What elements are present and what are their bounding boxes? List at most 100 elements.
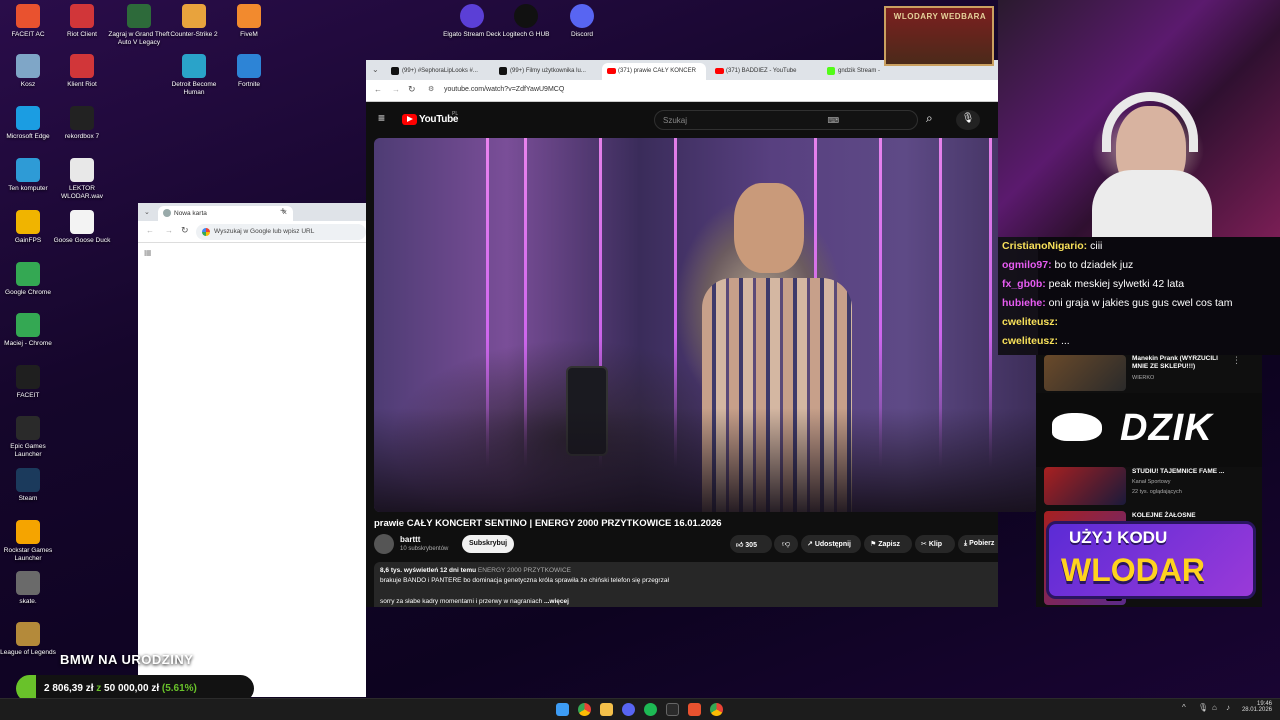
desktop-icon[interactable]: League of Legends xyxy=(0,622,60,657)
desktop-icon[interactable]: skate. xyxy=(0,571,60,606)
desktop-icon[interactable]: Riot Client xyxy=(50,4,114,39)
faceit-icon[interactable] xyxy=(688,703,701,716)
region-label: PL xyxy=(452,111,459,117)
channel-avatar[interactable] xyxy=(374,534,394,554)
desktop-icon[interactable]: rekordbox 7 xyxy=(50,106,114,141)
omnibox[interactable]: Wyszukaj w Google lub wpisz URL xyxy=(196,224,366,240)
new-tab-window: ⌄ Nowa karta × + ← → ↻ Wyszukaj w Google… xyxy=(138,203,366,697)
like-button[interactable]: 👍︎ 305 xyxy=(730,535,772,553)
rec-1-title[interactable]: Manekin Prank (WYRZUCILI MNIE ZE SKLEPU!… xyxy=(1132,355,1228,371)
microphone-icon[interactable]: 🎙 xyxy=(956,110,980,130)
desktop-icon[interactable]: LEKTOR WLODAR.wav xyxy=(50,158,114,200)
save-button[interactable]: ⚑ Zapisz xyxy=(864,535,912,553)
keyboard-icon[interactable]: ⌨ xyxy=(827,116,839,125)
spotify-icon[interactable] xyxy=(644,703,657,716)
obs-icon[interactable] xyxy=(666,703,679,716)
dislike-button[interactable]: 👎︎ xyxy=(774,535,798,553)
tray-chevron-icon[interactable]: ^ xyxy=(1182,703,1186,712)
rec-3-title[interactable]: KOLEJNE ŻAŁOSNE xyxy=(1132,512,1232,519)
more-link[interactable]: ...więcej xyxy=(544,598,569,605)
faceit-ac-icon xyxy=(16,4,40,28)
desktop-icon[interactable]: Klient Riot xyxy=(50,54,114,89)
desktop-icon[interactable]: Steam xyxy=(0,468,60,503)
site-info-icon[interactable]: ⚙ xyxy=(428,85,434,93)
rec-2-title[interactable]: STUDIU! TAJEMNICE FAME ... xyxy=(1132,468,1232,475)
tab-search-icon[interactable]: ⌄ xyxy=(372,65,379,74)
new-tab-toolbar: ← → ↻ Wyszukaj w Google lub wpisz URL xyxy=(138,221,366,243)
like-count: 305 xyxy=(745,542,757,549)
desktop-icon[interactable]: Google Chrome xyxy=(0,262,60,297)
chrome-icon[interactable] xyxy=(578,703,591,716)
gainfps-icon xyxy=(16,210,40,234)
back-icon[interactable]: ← xyxy=(146,226,154,235)
video-tag[interactable]: ENERGY 2000 PRZYTKOWICE xyxy=(478,567,571,574)
trash-icon xyxy=(16,54,40,78)
tab-2[interactable]: (99+) Filmy użytkownika lu... xyxy=(494,63,598,80)
tab-4[interactable]: (371) BADDIEZ - YouTube xyxy=(710,63,818,80)
desktop-icon[interactable]: Epic Games Launcher xyxy=(0,416,60,458)
fivem-icon xyxy=(237,4,261,28)
thumbnail-2[interactable] xyxy=(1044,467,1126,505)
chat-text: ciii xyxy=(1087,240,1103,252)
tab-new[interactable]: Nowa karta × xyxy=(158,206,293,221)
volume-icon[interactable]: ♪ xyxy=(1226,703,1230,712)
desktop-icon[interactable]: Rockstar Games Launcher xyxy=(0,520,60,562)
download-button[interactable]: ⤓ Pobierz xyxy=(958,535,998,553)
search-input[interactable]: Szukaj ⌨ xyxy=(654,110,918,130)
desktop-icon[interactable]: Fortnite xyxy=(217,54,281,89)
clock[interactable]: 19:46 28.01.2026 xyxy=(1240,701,1272,713)
tab-search-icon[interactable]: ⌄ xyxy=(144,208,150,216)
apps-grid-icon[interactable]: ▦ xyxy=(144,248,152,257)
desktop-icon[interactable]: Discord xyxy=(550,4,614,39)
forward-icon[interactable]: → xyxy=(392,85,400,94)
browser-toolbar: ← → ↻ ⚙ youtube.com/watch?v=ZdfYawU9MCQ xyxy=(366,80,998,102)
file-explorer-icon[interactable] xyxy=(600,703,613,716)
chat-message: CristianoNigario: ciii xyxy=(998,237,1280,256)
start-icon[interactable] xyxy=(556,703,569,716)
thumbnail-1[interactable] xyxy=(1044,355,1126,391)
scissors-icon: ✂ xyxy=(921,541,927,548)
desktop-icon[interactable]: FiveM xyxy=(217,4,281,39)
menu-icon[interactable]: ≡ xyxy=(378,111,385,125)
desktop-icon-label: Epic Games Launcher xyxy=(10,443,46,458)
chrome-profile-icon[interactable] xyxy=(710,703,723,716)
epic-games-icon xyxy=(16,416,40,440)
microphone-tray-icon[interactable]: 🎙 xyxy=(1198,703,1208,712)
more-options-icon[interactable]: ⋮ xyxy=(1232,355,1241,366)
channel-name[interactable]: barttt xyxy=(400,535,420,544)
share-icon: ↗ xyxy=(807,541,813,548)
network-icon[interactable]: ⌂ xyxy=(1212,703,1217,712)
chat-username: hubiehe: xyxy=(1002,297,1046,309)
globe-icon xyxy=(163,209,171,217)
desktop-icon[interactable]: Goose Goose Duck xyxy=(50,210,114,245)
ad-brand-text: DZIK xyxy=(1120,407,1213,449)
desktop-icon-label: skate. xyxy=(19,598,37,605)
description-box[interactable]: 8,6 tys. wyświetleń 12 dni temu ENERGY 2… xyxy=(374,562,998,607)
video-player[interactable] xyxy=(374,138,1038,512)
dzik-ad-banner[interactable]: DZIK xyxy=(1036,393,1262,467)
channel-sign-logo: WLODARY WEDBARA xyxy=(884,6,994,66)
discord-icon[interactable] xyxy=(622,703,635,716)
chat-message: cweliteusz: ... xyxy=(998,332,1280,351)
back-icon[interactable]: ← xyxy=(374,85,382,94)
chat-text: bo to dziadek juz xyxy=(1051,259,1134,271)
share-button[interactable]: ↗ Udostępnij xyxy=(801,535,861,553)
url-text[interactable]: youtube.com/watch?v=ZdfYawU9MCQ xyxy=(444,86,564,93)
tab-3[interactable]: (371) prawie CAŁY KONCER xyxy=(602,63,706,80)
new-tab-plus-icon[interactable]: + xyxy=(280,206,286,217)
reload-icon[interactable]: ↻ xyxy=(408,84,416,95)
subscriber-count: 10 subskrybentów xyxy=(400,546,449,552)
webcam-feed xyxy=(998,0,1280,237)
clip-button[interactable]: ✂ Klip xyxy=(915,535,955,553)
view-count: 8,6 tys. wyświetleń xyxy=(380,567,439,574)
chat-username: CristianoNigario: xyxy=(1002,240,1088,252)
tab-1[interactable]: (99+) #SephoraLipLooks #... xyxy=(386,63,490,80)
desktop-icon[interactable]: Logitech G HUB xyxy=(494,4,558,39)
forward-icon[interactable]: → xyxy=(165,226,173,235)
desktop-icon[interactable]: Maciej - Chrome xyxy=(0,313,60,348)
reload-icon[interactable]: ↻ xyxy=(181,225,189,236)
new-tab-tabbar: ⌄ Nowa karta × + xyxy=(138,203,366,221)
desktop-icon[interactable]: FACEIT xyxy=(0,365,60,400)
search-icon[interactable]: ⌕ xyxy=(926,111,933,126)
subscribe-button[interactable]: Subskrybuj xyxy=(462,535,514,553)
